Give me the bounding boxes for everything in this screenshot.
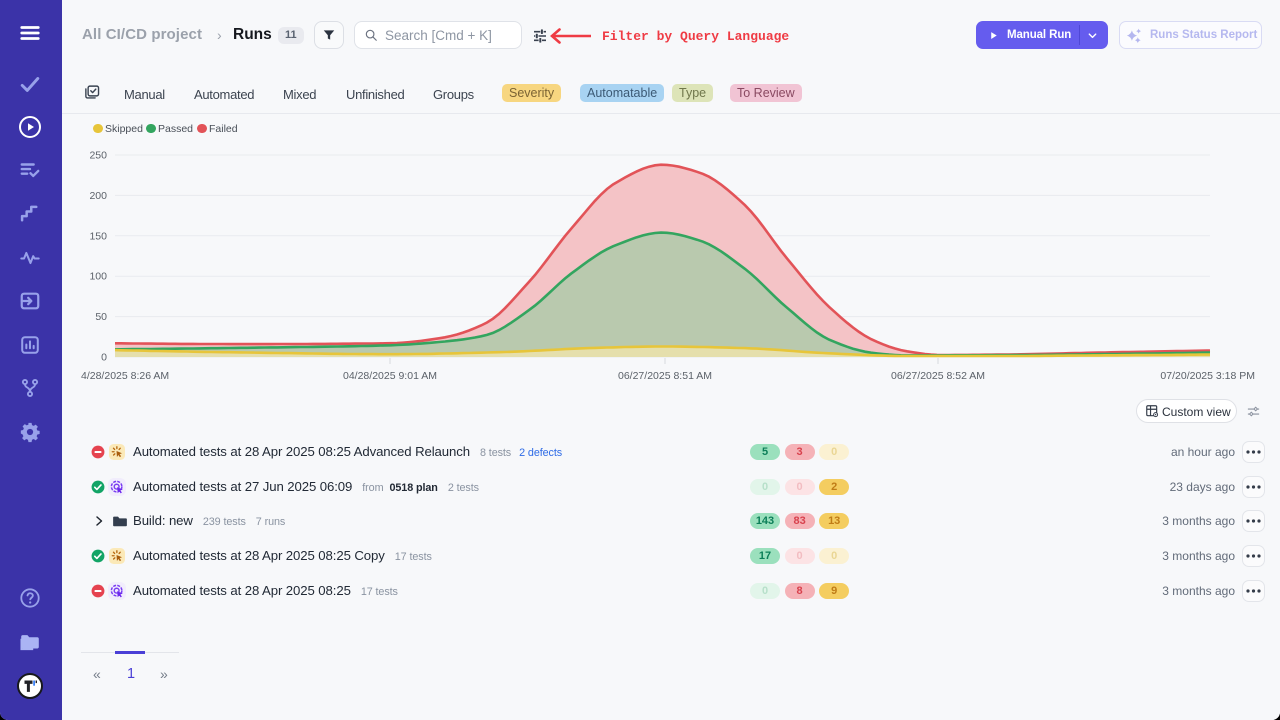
svg-text:150: 150: [89, 230, 107, 242]
svg-text:50: 50: [95, 311, 107, 323]
svg-text:06/27/2025 8:52 AM: 06/27/2025 8:52 AM: [891, 370, 985, 382]
svg-text:100: 100: [89, 271, 107, 283]
svg-text:4/28/2025 8:26 AM: 4/28/2025 8:26 AM: [81, 370, 169, 382]
svg-text:06/27/2025 8:51 AM: 06/27/2025 8:51 AM: [618, 370, 712, 382]
svg-text:0: 0: [101, 352, 107, 364]
svg-text:200: 200: [89, 190, 107, 202]
svg-text:250: 250: [89, 150, 107, 162]
svg-text:07/20/2025 3:18 PM: 07/20/2025 3:18 PM: [1160, 370, 1255, 382]
svg-text:04/28/2025 9:01 AM: 04/28/2025 9:01 AM: [343, 370, 437, 382]
